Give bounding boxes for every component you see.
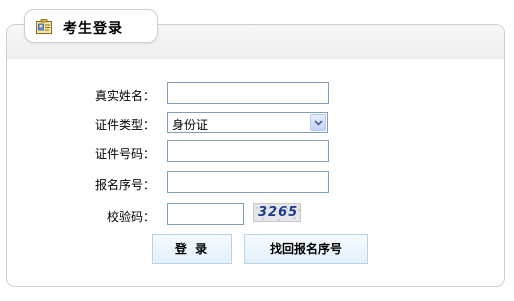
chevron-down-icon[interactable] — [310, 114, 326, 131]
id-number-label: 证件号码： — [94, 147, 155, 161]
recover-reg-number-button[interactable]: 找回报名序号 — [244, 234, 368, 264]
captcha-code: 3265 — [258, 205, 299, 220]
captcha-label: 校验码： — [106, 210, 155, 224]
id-type-selected-value: 身份证 — [172, 118, 209, 132]
id-type-select[interactable]: 身份证 — [167, 112, 328, 133]
login-tab: 考生登录 — [24, 9, 158, 43]
login-button[interactable]: 登 录 — [152, 234, 232, 264]
name-input[interactable] — [167, 82, 329, 104]
id-card-icon — [36, 19, 52, 34]
page-title: 考生登录 — [63, 21, 123, 37]
id-number-input[interactable] — [167, 140, 329, 162]
reg-number-label: 报名序号： — [94, 178, 155, 192]
id-type-label: 证件类型： — [94, 118, 155, 132]
reg-number-input[interactable] — [167, 171, 329, 193]
name-label: 真实姓名： — [94, 89, 155, 103]
captcha-input[interactable] — [167, 203, 244, 225]
captcha-image[interactable]: 3265 — [253, 203, 301, 222]
